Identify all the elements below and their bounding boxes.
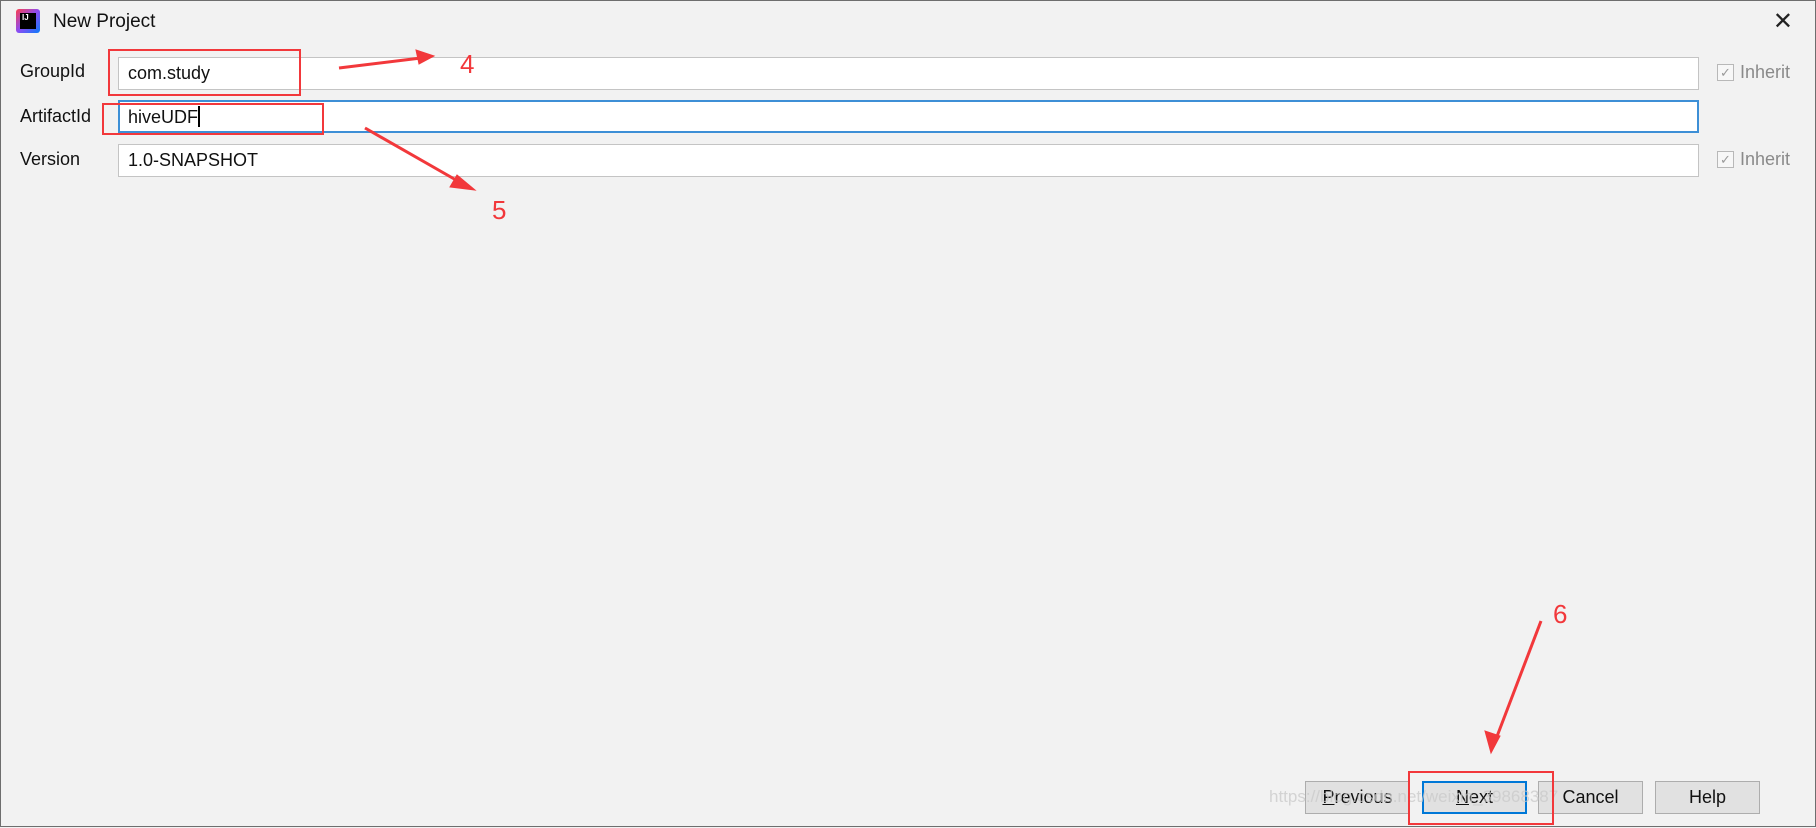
annotation-step-5: 5: [492, 195, 507, 225]
version-value: 1.0-SNAPSHOT: [128, 150, 259, 170]
inherit-label: Inherit: [1740, 62, 1791, 82]
arrow-6: [1494, 620, 1543, 740]
version-label: Version: [20, 149, 81, 169]
annotation-step-6: 6: [1553, 599, 1568, 629]
groupid-inherit-checkbox[interactable]: ✓ Inherit: [1717, 62, 1790, 83]
inherit-label: Inherit: [1740, 149, 1791, 169]
arrow-6-head: [1484, 730, 1501, 755]
version-input[interactable]: 1.0-SNAPSHOT: [118, 144, 1699, 177]
checkmark-icon: ✓: [1717, 151, 1734, 168]
arrow-5-head: [449, 174, 477, 191]
intellij-idea-icon: IJ: [16, 9, 40, 33]
artifactid-input[interactable]: hiveUDF: [118, 100, 1699, 133]
annotation-box-groupid: [108, 49, 301, 96]
close-x-icon[interactable]: ✕: [1773, 7, 1793, 36]
groupid-input[interactable]: com.study: [118, 57, 1699, 90]
groupid-label: GroupId: [20, 61, 86, 81]
annotation-step-4: 4: [460, 49, 475, 79]
help-button[interactable]: Help: [1655, 781, 1760, 814]
artifactid-label: ArtifactId: [20, 106, 92, 126]
annotation-box-artifactid: [102, 103, 324, 135]
checkmark-icon: ✓: [1717, 64, 1734, 81]
version-inherit-checkbox[interactable]: ✓ Inherit: [1717, 149, 1790, 170]
window-title: New Project: [53, 11, 156, 32]
annotation-box-next: [1408, 771, 1554, 825]
